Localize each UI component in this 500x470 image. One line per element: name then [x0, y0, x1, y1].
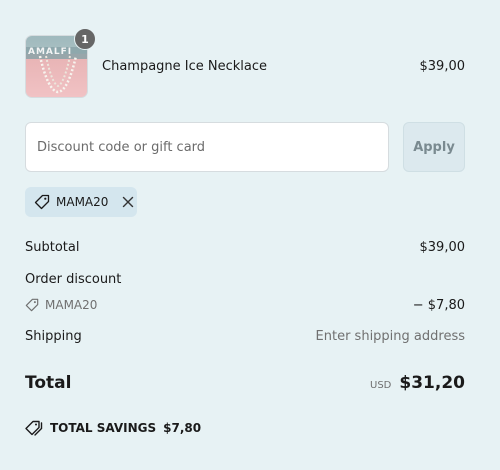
discount-code-input[interactable]	[25, 122, 389, 172]
product-price: $39,00	[419, 59, 466, 74]
currency-code: USD	[370, 380, 392, 391]
tag-icon	[25, 298, 39, 312]
applied-discount-chip: MAMA20	[25, 187, 137, 217]
remove-discount-button[interactable]	[120, 194, 136, 210]
order-discount-label: Order discount	[25, 272, 122, 287]
close-icon	[123, 196, 134, 208]
total-label: Total	[25, 373, 72, 393]
quantity-badge: 1	[74, 28, 96, 50]
product-name: Champagne Ice Necklace	[102, 59, 268, 74]
applied-discount-code: MAMA20	[56, 195, 109, 209]
order-discount-value: − $7,80	[412, 298, 465, 313]
tag-icon	[34, 194, 50, 210]
total-value-group: USD $31,20	[370, 373, 465, 393]
order-discount-code: MAMA20	[45, 298, 98, 312]
total-savings-label: TOTAL SAVINGS	[50, 421, 157, 435]
subtotal-value: $39,00	[419, 240, 466, 255]
order-discount-code-row: MAMA20	[25, 298, 97, 312]
tags-icon	[25, 420, 43, 436]
subtotal-label: Subtotal	[25, 240, 80, 255]
shipping-value: Enter shipping address	[315, 329, 465, 344]
total-amount: $31,20	[399, 373, 465, 393]
total-savings: TOTAL SAVINGS $7,80	[25, 420, 201, 436]
apply-button[interactable]: Apply	[403, 122, 465, 172]
total-savings-value: $7,80	[163, 421, 202, 435]
shipping-label: Shipping	[25, 329, 82, 344]
